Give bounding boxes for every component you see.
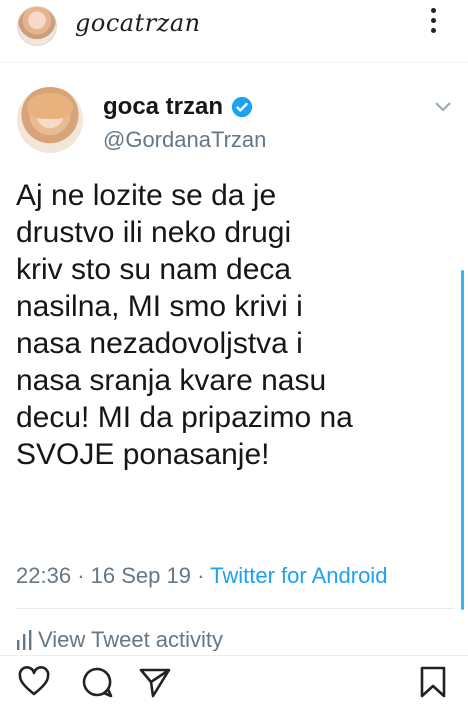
tweet-time: 22:36	[16, 563, 72, 588]
tweet-date: 16 Sep 19	[90, 563, 191, 588]
bar-chart-icon	[17, 630, 32, 650]
view-tweet-activity-link[interactable]: View Tweet activity	[16, 627, 223, 651]
comment-icon[interactable]	[80, 665, 114, 699]
tweet-text: Aj ne lozite se da je drustvo ili neko d…	[16, 179, 353, 471]
tweet-avatar[interactable]	[17, 87, 83, 153]
view-tweet-activity-label: View Tweet activity	[38, 627, 224, 651]
tweet-meta: 22:36 · 16 Sep 19 · Twitter for Android	[16, 563, 387, 589]
post-header: gocatrzan	[0, 0, 468, 50]
verified-badge-icon	[231, 96, 253, 118]
heart-icon[interactable]	[17, 665, 51, 699]
post-author-handle[interactable]: gocatrzan	[75, 9, 201, 37]
tweet-card: goca trzan @GordanaTrzan Aj ne lozite se…	[0, 62, 468, 651]
bookmark-icon[interactable]	[416, 665, 450, 699]
post-action-bar	[0, 655, 468, 705]
chevron-down-icon[interactable]	[434, 101, 452, 113]
divider	[16, 608, 454, 609]
tweet-source-link[interactable]: Twitter for Android	[210, 563, 387, 588]
tweet-display-name[interactable]: goca trzan	[103, 93, 223, 121]
send-icon[interactable]	[138, 665, 172, 699]
meta-separator: ·	[197, 563, 211, 588]
meta-separator: ·	[77, 563, 91, 588]
tweet-username[interactable]: @GordanaTrzan	[103, 127, 266, 153]
avatar[interactable]	[17, 6, 57, 46]
scrollbar[interactable]	[461, 270, 464, 610]
more-vertical-icon[interactable]	[424, 8, 442, 38]
